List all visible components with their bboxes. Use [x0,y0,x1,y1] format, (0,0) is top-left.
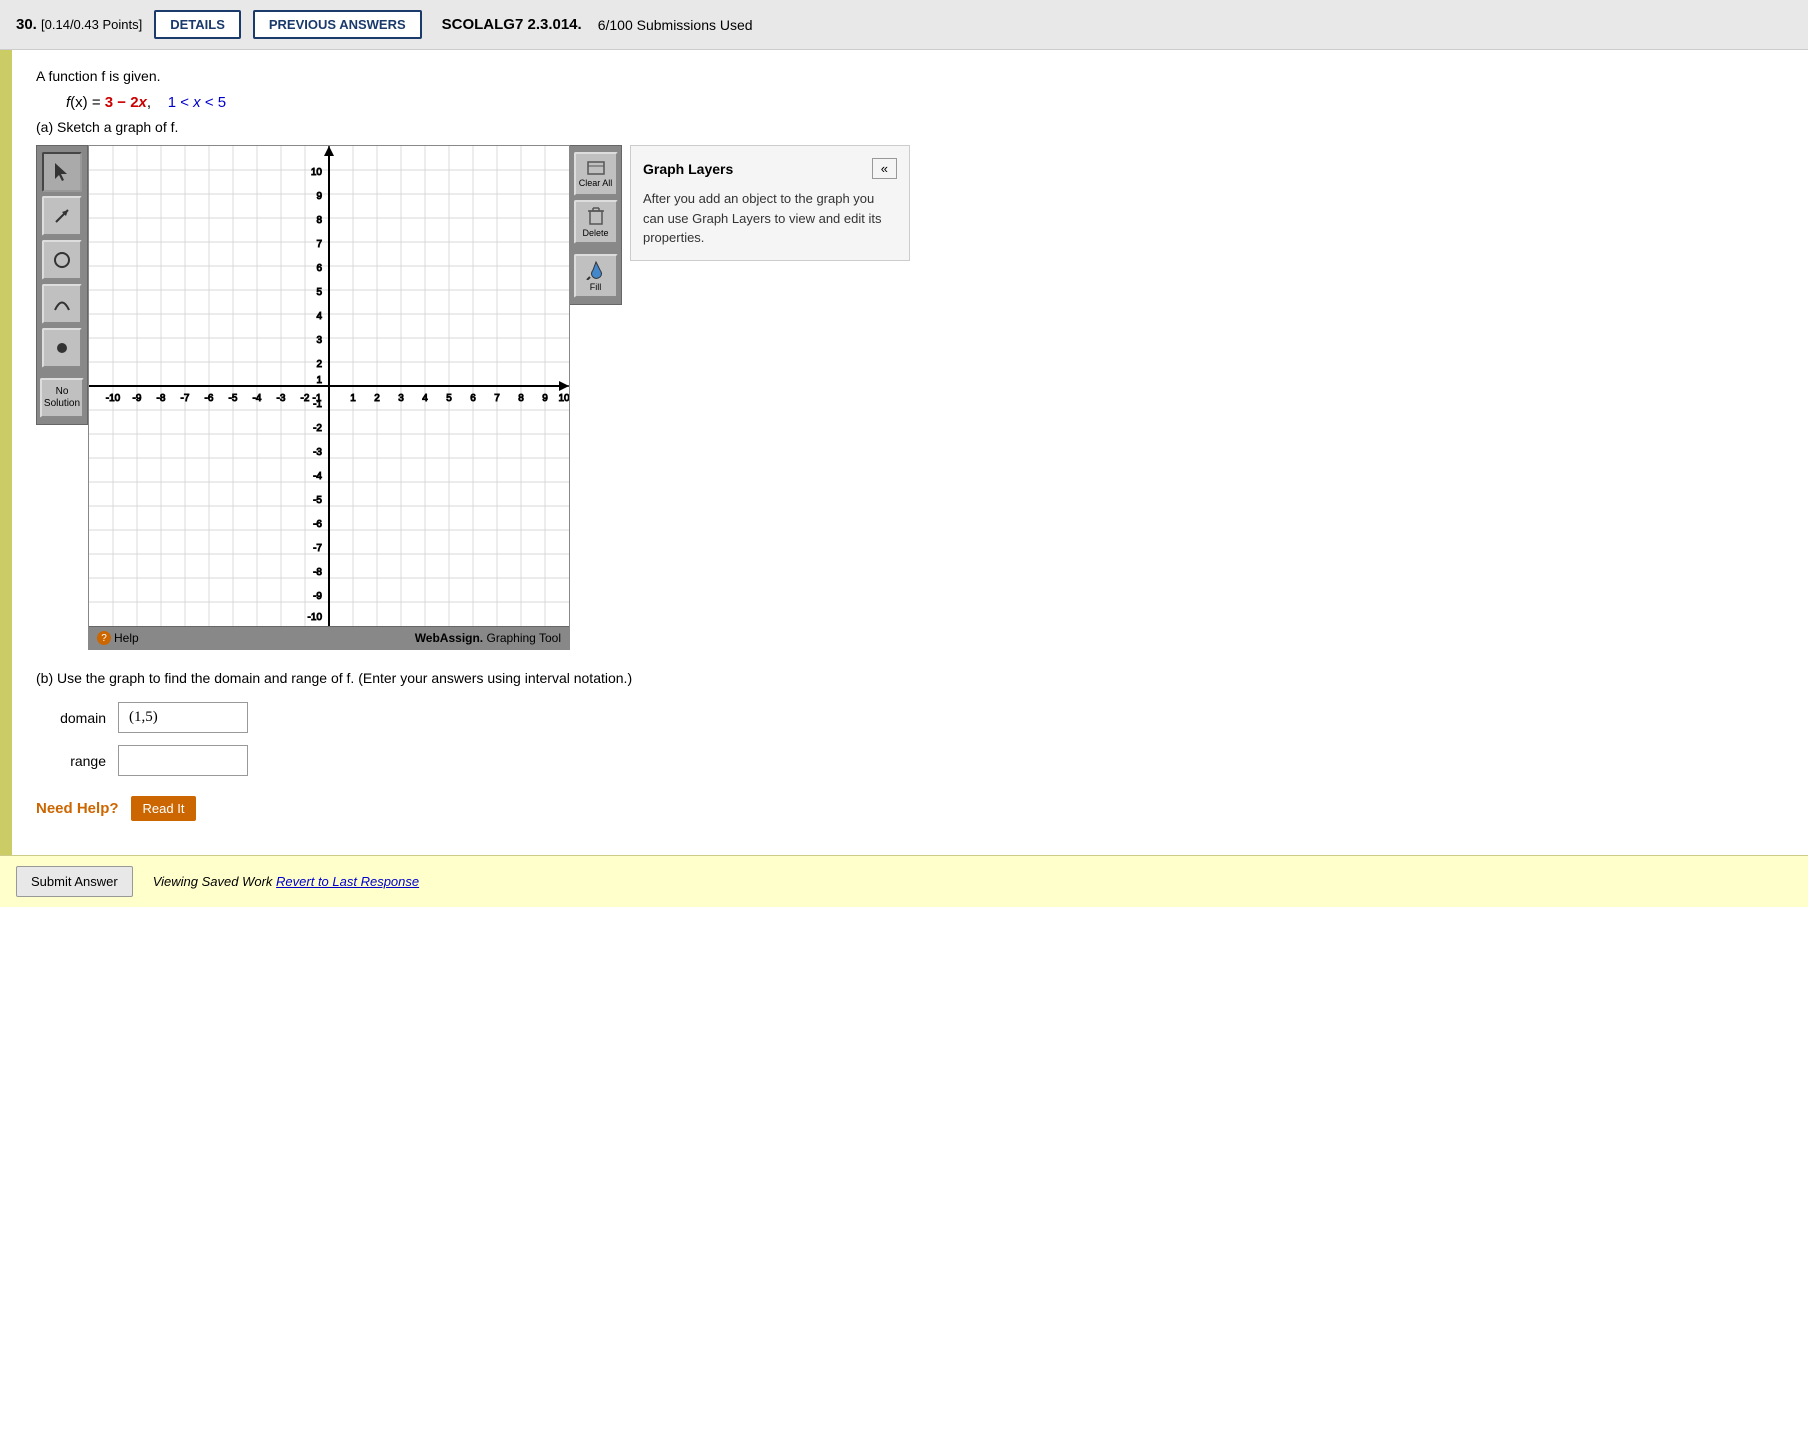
read-it-button[interactable]: Read It [131,796,197,821]
need-help-section: Need Help? Read It [36,796,1784,821]
svg-text:-5: -5 [313,495,322,506]
svg-text:-2: -2 [313,423,322,434]
question-number: 30. [0.14/0.43 Points] [16,16,142,33]
svg-text:-4: -4 [313,471,322,482]
need-help-label: Need Help? [36,800,119,817]
svg-text:10: 10 [311,167,323,178]
svg-text:-10: -10 [308,612,323,623]
submit-answer-button[interactable]: Submit Answer [16,866,133,897]
svg-text:-1: -1 [313,399,322,410]
svg-text:7: 7 [494,393,500,404]
course-code: SCOLALG7 2.3.014. [442,16,582,33]
graph-layers-title: Graph Layers [643,161,733,177]
svg-text:-3: -3 [313,447,322,458]
svg-text:7: 7 [316,239,322,250]
svg-text:-2: -2 [301,393,310,404]
svg-text:8: 8 [316,215,322,226]
range-row: range [36,745,1784,776]
range-label: range [36,753,106,769]
footer-bar: Submit Answer Viewing Saved Work Revert … [0,855,1808,907]
footer-text: Viewing Saved Work Revert to Last Respon… [153,874,419,889]
svg-text:-9: -9 [133,393,142,404]
arrow-tool[interactable] [42,196,82,236]
svg-text:-6: -6 [313,519,322,530]
graph-bottom-bar: ? Help WebAssign. Graphing Tool [89,626,569,649]
svg-text:8: 8 [518,393,524,404]
fill-button[interactable]: Fill [574,254,618,298]
svg-text:1: 1 [350,393,356,404]
circle-tool[interactable] [42,240,82,280]
graph-toolbar: No Solution [36,145,88,425]
svg-text:2: 2 [374,393,380,404]
svg-text:6: 6 [470,393,476,404]
svg-text:5: 5 [316,287,322,298]
graph-area[interactable]: -10 -9 -8 -7 -6 -5 -4 -3 -2 -1 1 [88,145,570,650]
svg-text:-8: -8 [157,393,166,404]
graph-grid: -10 -9 -8 -7 -6 -5 -4 -3 -2 -1 1 [89,146,569,626]
problem-statement: A function f is given. [36,68,1784,84]
side-tools: Clear All Delete [570,145,622,305]
svg-text:-3: -3 [277,393,286,404]
svg-text:-7: -7 [313,543,322,554]
function-display: f(x) = 3 − 2x, 1 < x < 5 [66,94,1784,111]
delete-button[interactable]: Delete [574,200,618,244]
svg-text:4: 4 [422,393,428,404]
domain-label: domain [36,710,106,726]
svg-text:10: 10 [558,393,569,404]
graph-layers-panel: Graph Layers « After you add an object t… [630,145,910,261]
submissions-used: 6/100 Submissions Used [598,17,753,33]
graph-layers-description: After you add an object to the graph you… [643,189,897,248]
svg-text:-5: -5 [229,393,238,404]
svg-text:2: 2 [316,359,322,370]
svg-text:6: 6 [316,263,322,274]
previous-answers-button[interactable]: PREVIOUS ANSWERS [253,10,422,39]
range-input[interactable] [118,745,248,776]
svg-text:3: 3 [316,335,322,346]
webassign-credit: WebAssign. Graphing Tool [415,631,561,645]
svg-text:3: 3 [398,393,404,404]
no-solution-button[interactable]: No Solution [40,378,84,418]
svg-text:-4: -4 [253,393,262,404]
cursor-tool[interactable] [42,152,82,192]
svg-text:-8: -8 [313,567,322,578]
svg-text:1: 1 [316,375,322,386]
clear-all-button[interactable]: Clear All [574,152,618,196]
svg-text:4: 4 [316,311,322,322]
svg-text:5: 5 [446,393,452,404]
svg-text:9: 9 [316,191,322,202]
details-button[interactable]: DETAILS [154,10,241,39]
dot-tool[interactable] [42,328,82,368]
svg-text:-7: -7 [181,393,190,404]
part-b-label: (b) Use the graph to find the domain and… [36,670,1784,686]
revert-link[interactable]: Revert to Last Response [276,874,419,889]
domain-row: domain [36,702,1784,733]
svg-text:-6: -6 [205,393,214,404]
collapse-graph-layers-button[interactable]: « [872,158,897,179]
svg-text:9: 9 [542,393,548,404]
svg-text:-10: -10 [106,393,121,404]
svg-text:-9: -9 [313,591,322,602]
part-a-label: (a) Sketch a graph of f. [36,119,1784,135]
help-link[interactable]: ? Help [97,631,139,645]
help-icon: ? [97,631,111,645]
domain-input[interactable] [118,702,248,733]
parabola-tool[interactable] [42,284,82,324]
